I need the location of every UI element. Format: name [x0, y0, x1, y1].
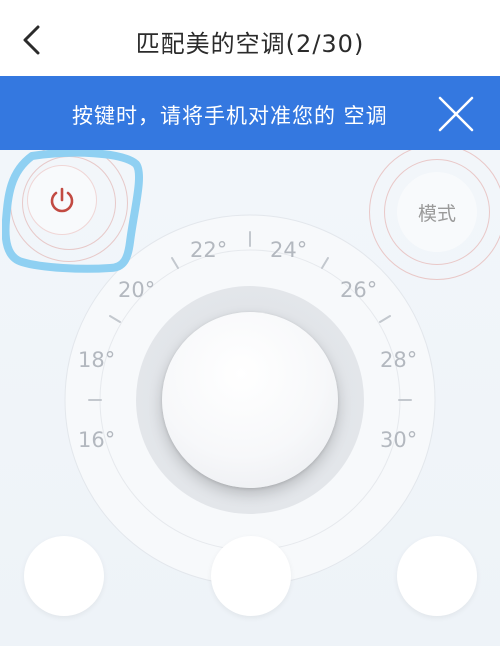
page-title: 匹配美的空调(2/30) — [135, 30, 365, 58]
remote-button-center[interactable] — [211, 536, 291, 616]
power-icon — [50, 187, 74, 213]
remote-panel: 模式 22° 24° 20° 26° 18° 28° 16° 30° — [0, 150, 500, 646]
temp-label-26: 26° — [340, 278, 378, 302]
temperature-knob[interactable] — [162, 312, 338, 488]
banner-close-button[interactable] — [436, 94, 476, 134]
temp-label-22: 22° — [190, 238, 228, 262]
temp-label-28: 28° — [380, 348, 418, 372]
banner-text: 按键时，请将手机对准您的 空调 — [72, 104, 388, 128]
temp-label-24: 24° — [270, 238, 308, 262]
mode-button[interactable]: 模式 — [397, 172, 477, 252]
remote-button-left[interactable] — [24, 536, 104, 616]
top-app-bar: 匹配美的空调(2/30) — [0, 0, 500, 76]
temp-label-18: 18° — [78, 348, 116, 372]
power-button[interactable] — [28, 166, 96, 234]
instruction-banner: 按键时，请将手机对准您的 空调 — [0, 76, 500, 150]
remote-button-right[interactable] — [397, 536, 477, 616]
temp-label-20: 20° — [118, 278, 156, 302]
close-icon — [438, 96, 474, 132]
mode-label: 模式 — [417, 202, 456, 225]
temp-label-16: 16° — [78, 428, 116, 452]
temp-label-30: 30° — [380, 428, 418, 452]
